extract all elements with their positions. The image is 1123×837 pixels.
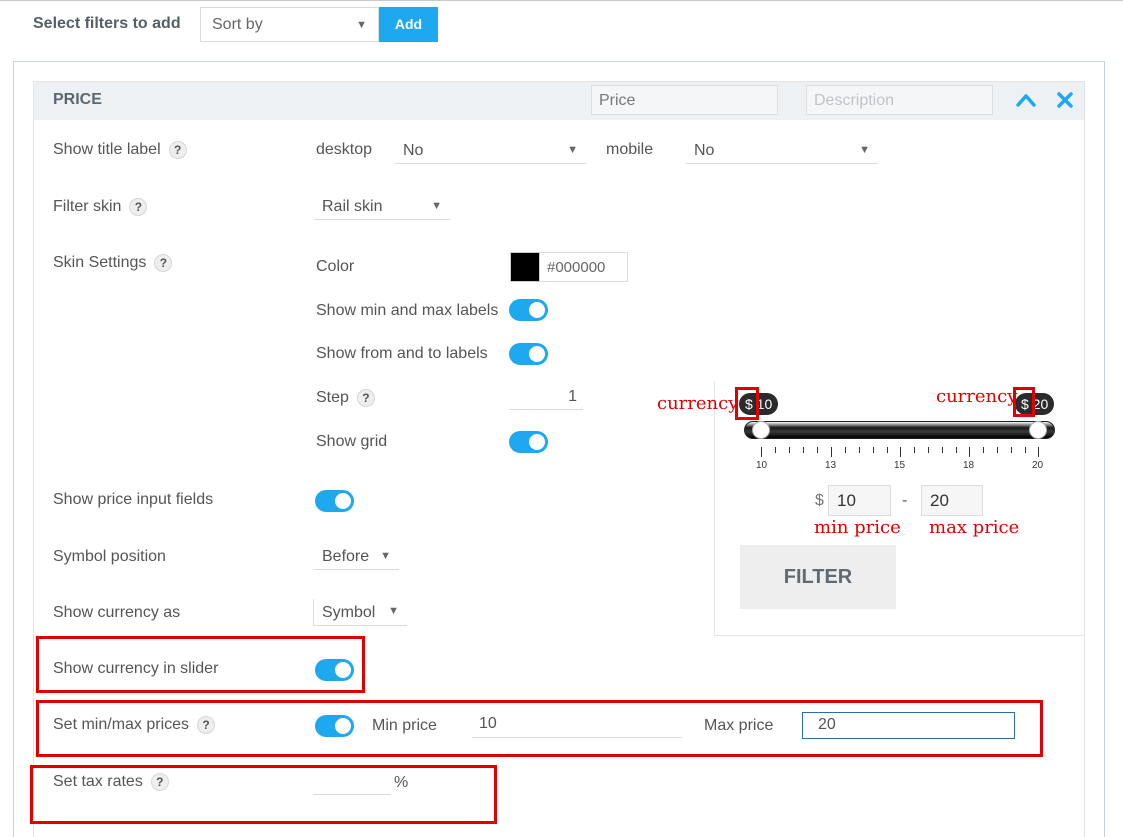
show-currency-as-select[interactable]: Symbol ▼ [313, 599, 407, 626]
annotation-box-tax-rates [30, 765, 497, 824]
help-icon[interactable]: ? [356, 389, 375, 407]
symbol-position-label: Symbol position [53, 548, 166, 565]
show-min-max-labels-label: Show min and max labels [316, 302, 499, 319]
desktop-title-value: No [403, 142, 424, 159]
grid-tick [845, 447, 846, 453]
skin-settings-row-label: Skin Settings? [53, 254, 173, 272]
desktop-label: desktop [316, 141, 373, 158]
show-price-inputs-label: Show price input fields [53, 491, 214, 508]
show-grid-label: Show grid [316, 433, 388, 450]
grid-tick-label: 18 [963, 460, 975, 471]
grid-tick [803, 447, 804, 453]
annotation-currency-right: currency [936, 386, 1018, 407]
help-icon[interactable]: ? [154, 254, 173, 272]
step-input[interactable]: 1 [509, 388, 583, 410]
grid-tick [942, 447, 943, 453]
annotation-min-price: min price [814, 517, 901, 538]
annotation-box-currency-slider [36, 636, 365, 693]
show-min-max-labels-toggle[interactable] [509, 299, 548, 321]
grid-tick [900, 447, 901, 457]
preview-currency-symbol: $ [815, 492, 824, 509]
show-currency-as-label: Show currency as [53, 604, 181, 621]
caret-down-icon: ▼ [380, 550, 391, 562]
description-input[interactable]: Description [806, 85, 993, 115]
preview-min-input[interactable]: 10 [828, 485, 891, 516]
close-icon[interactable] [1055, 90, 1075, 110]
mobile-title-select[interactable]: No ▼ [686, 139, 878, 164]
grid-tick [831, 447, 832, 457]
sort-by-value: Sort by [212, 16, 263, 33]
slider-rail[interactable] [744, 421, 1055, 439]
show-title-label-row-label: Show title label? [53, 141, 187, 159]
grid-tick [761, 447, 762, 457]
show-currency-as-value: Symbol [322, 604, 376, 621]
grid-tick [997, 447, 998, 453]
filter-skin-text: Filter skin [53, 198, 122, 216]
symbol-position-value: Before [322, 548, 370, 565]
grid-tick [817, 447, 818, 453]
slider-min-handle[interactable] [752, 421, 770, 439]
help-icon[interactable]: ? [168, 141, 187, 159]
grid-tick [969, 447, 970, 457]
title-input[interactable]: Price [591, 85, 778, 115]
mobile-label: mobile [606, 141, 654, 158]
caret-down-icon: ▼ [356, 19, 367, 31]
grid-tick [775, 447, 776, 453]
grid-tick [859, 447, 860, 453]
price-card-title: PRICE [53, 91, 102, 108]
annotation-currency-left: currency [657, 393, 739, 414]
preview-range-dash: - [902, 492, 908, 509]
add-button[interactable]: Add [379, 7, 438, 42]
grid-tick [873, 447, 874, 453]
grid-tick-label: 10 [756, 460, 768, 471]
show-grid-toggle[interactable] [509, 431, 548, 453]
color-swatch[interactable] [510, 252, 540, 282]
slider-max-handle[interactable] [1029, 421, 1047, 439]
grid-tick [928, 447, 929, 453]
step-text: Step [316, 389, 349, 407]
grid-tick [887, 447, 888, 453]
grid-tick-label: 20 [1032, 460, 1044, 471]
color-label: Color [316, 258, 355, 275]
color-hex-input[interactable]: #000000 [540, 252, 628, 282]
filter-skin-value: Rail skin [322, 198, 383, 215]
step-row-label: Step? [316, 389, 375, 407]
caret-down-icon: ▼ [431, 200, 442, 212]
show-from-to-labels-label: Show from and to labels [316, 345, 488, 362]
show-from-to-labels-toggle[interactable] [509, 343, 548, 365]
mobile-title-value: No [694, 142, 715, 159]
grid-tick-label: 13 [825, 460, 837, 471]
annotation-box-currency-left [735, 387, 759, 420]
filter-button[interactable]: FILTER [740, 545, 896, 609]
grid-tick [1025, 447, 1026, 453]
annotation-max-price: max price [929, 517, 1020, 538]
desktop-title-select[interactable]: No ▼ [395, 139, 586, 164]
show-title-label-text: Show title label [53, 141, 161, 159]
grid-tick [983, 447, 984, 453]
grid-tick [1038, 447, 1039, 457]
grid-tick [1011, 447, 1012, 453]
grid-tick [956, 447, 957, 453]
sort-by-select[interactable]: Sort by ▼ [200, 7, 379, 42]
caret-down-icon: ▼ [567, 144, 578, 156]
preview-max-input[interactable]: 20 [921, 485, 983, 516]
caret-down-icon: ▼ [388, 605, 399, 617]
grid-tick [789, 447, 790, 453]
help-icon[interactable]: ? [129, 198, 148, 216]
show-price-inputs-toggle[interactable] [315, 490, 354, 512]
select-filters-label: Select filters to add [33, 15, 181, 32]
caret-down-icon: ▼ [859, 144, 870, 156]
grid-tick [914, 447, 915, 453]
annotation-box-min-max [36, 700, 1043, 757]
chevron-up-icon[interactable] [1015, 90, 1037, 110]
grid-tick-label: 15 [894, 460, 906, 471]
filter-skin-row-label: Filter skin? [53, 198, 148, 216]
filter-skin-select[interactable]: Rail skin ▼ [314, 195, 450, 220]
symbol-position-select[interactable]: Before ▼ [314, 545, 399, 570]
skin-settings-text: Skin Settings [53, 254, 147, 272]
